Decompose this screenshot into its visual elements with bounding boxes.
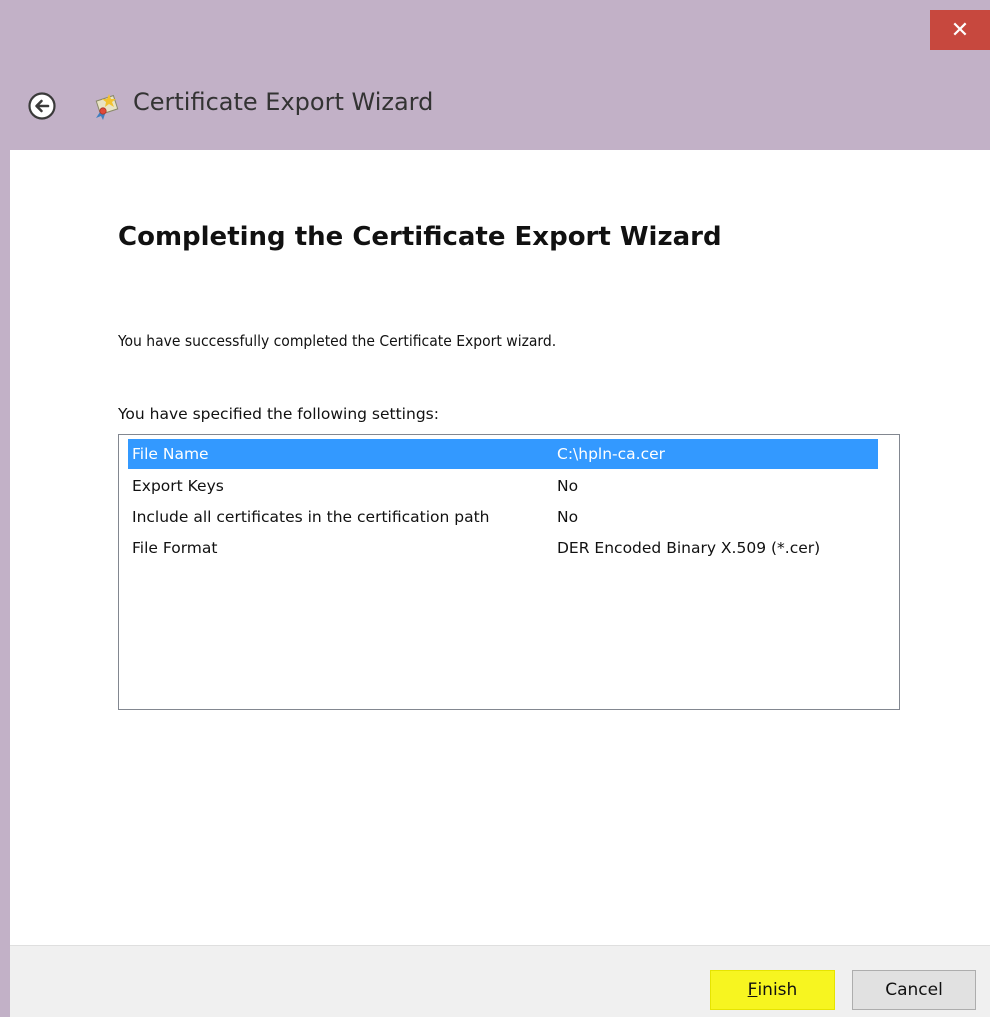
settings-row-file-name[interactable]: File Name C:\hpln-ca.cer bbox=[128, 439, 878, 469]
setting-name: Export Keys bbox=[132, 477, 224, 495]
success-message: You have successfully completed the Cert… bbox=[118, 332, 557, 350]
cancel-button[interactable]: Cancel bbox=[852, 970, 976, 1010]
settings-row-include-all-certificates[interactable]: Include all certificates in the certific… bbox=[128, 502, 878, 532]
finish-label-rest: inish bbox=[757, 980, 798, 1000]
setting-name: Include all certificates in the certific… bbox=[132, 508, 490, 526]
back-arrow-icon[interactable] bbox=[27, 91, 57, 121]
close-button[interactable]: ✕ bbox=[930, 10, 990, 50]
finish-button[interactable]: Finish bbox=[710, 970, 835, 1010]
wizard-content: Completing the Certificate Export Wizard… bbox=[10, 150, 990, 945]
setting-value: No bbox=[557, 477, 579, 495]
wizard-window: ✕ Certificate Export Wizard Completing t… bbox=[0, 0, 996, 1017]
title-bar: ✕ Certificate Export Wizard bbox=[0, 0, 996, 150]
setting-name: File Name bbox=[132, 445, 209, 463]
wizard-title: Certificate Export Wizard bbox=[133, 88, 434, 116]
window-edge bbox=[990, 0, 996, 1017]
certificate-wizard-icon bbox=[95, 94, 119, 120]
setting-name: File Format bbox=[132, 539, 218, 557]
close-icon: ✕ bbox=[950, 17, 970, 43]
settings-row-file-format[interactable]: File Format DER Encoded Binary X.509 (*.… bbox=[128, 533, 878, 563]
setting-value: DER Encoded Binary X.509 (*.cer) bbox=[557, 539, 821, 557]
finish-accesskey: F bbox=[747, 980, 758, 1000]
setting-value: No bbox=[557, 508, 579, 526]
wizard-footer: Finish Cancel bbox=[10, 945, 990, 1017]
setting-value: C:\hpln-ca.cer bbox=[557, 445, 666, 463]
settings-row-export-keys[interactable]: Export Keys No bbox=[128, 471, 878, 501]
settings-list[interactable]: File Name C:\hpln-ca.cer Export Keys No … bbox=[118, 434, 900, 710]
settings-label: You have specified the following setting… bbox=[118, 405, 439, 423]
page-heading: Completing the Certificate Export Wizard bbox=[118, 222, 722, 252]
